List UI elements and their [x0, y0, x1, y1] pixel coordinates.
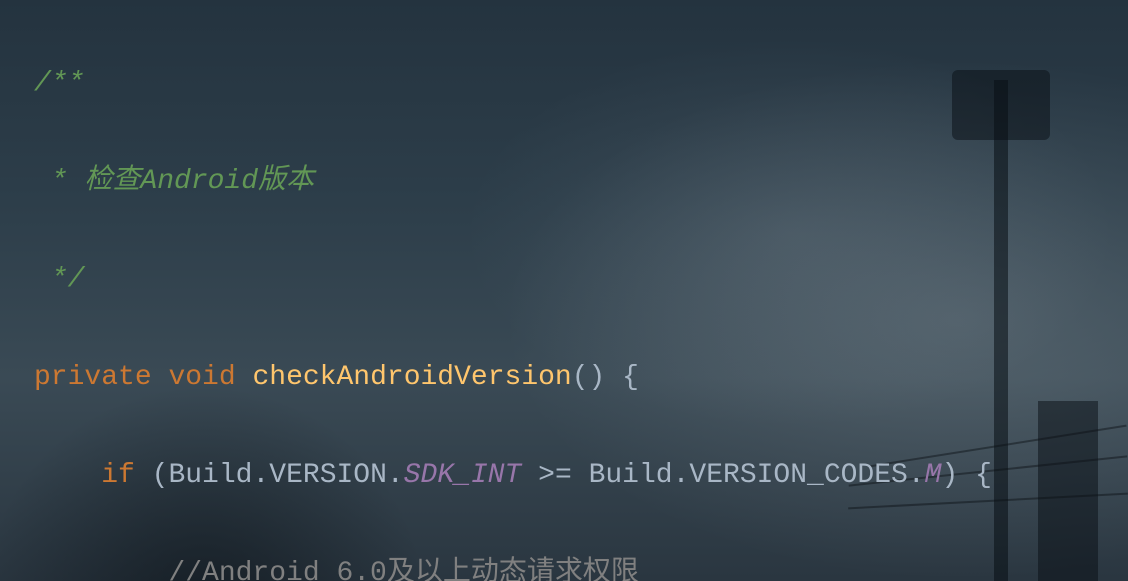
- dot: .: [387, 460, 404, 491]
- keyword-if: if: [101, 460, 135, 491]
- javadoc-close: */: [34, 264, 84, 295]
- ident-build: Build: [589, 460, 673, 491]
- javadoc-text: 检查Android版本: [84, 166, 314, 197]
- keyword-void: void: [168, 362, 235, 393]
- dot: .: [673, 460, 690, 491]
- dot: .: [252, 460, 269, 491]
- code-line: */: [34, 255, 1128, 304]
- code-line: private void checkAndroidVersion() {: [34, 353, 1128, 402]
- code-line: /**: [34, 59, 1128, 108]
- dot: .: [908, 460, 925, 491]
- line-comment: //Android 6.0及以上动态请求权限: [168, 558, 638, 581]
- static-field-sdk-int: SDK_INT: [404, 460, 522, 491]
- code-line: //Android 6.0及以上动态请求权限: [34, 549, 1128, 581]
- brace-open: {: [975, 460, 992, 491]
- ident-version: VERSION: [269, 460, 387, 491]
- code-editor-viewport[interactable]: /** * 检查Android版本 */ private void checkA…: [0, 0, 1128, 581]
- brace-open: {: [622, 362, 639, 393]
- ident-build: Build: [168, 460, 252, 491]
- paren-open: (: [152, 460, 169, 491]
- code-line: * 检查Android版本: [34, 157, 1128, 206]
- ident-version-codes: VERSION_CODES: [689, 460, 907, 491]
- parens: (): [572, 362, 606, 393]
- javadoc-prefix: *: [34, 166, 84, 197]
- operator-gte: >=: [538, 460, 572, 491]
- static-field-m: M: [925, 460, 942, 491]
- method-name: checkAndroidVersion: [252, 362, 571, 393]
- code-line: if (Build.VERSION.SDK_INT >= Build.VERSI…: [34, 451, 1128, 500]
- paren-close: ): [941, 460, 958, 491]
- keyword-private: private: [34, 362, 152, 393]
- javadoc-open: /**: [34, 68, 84, 99]
